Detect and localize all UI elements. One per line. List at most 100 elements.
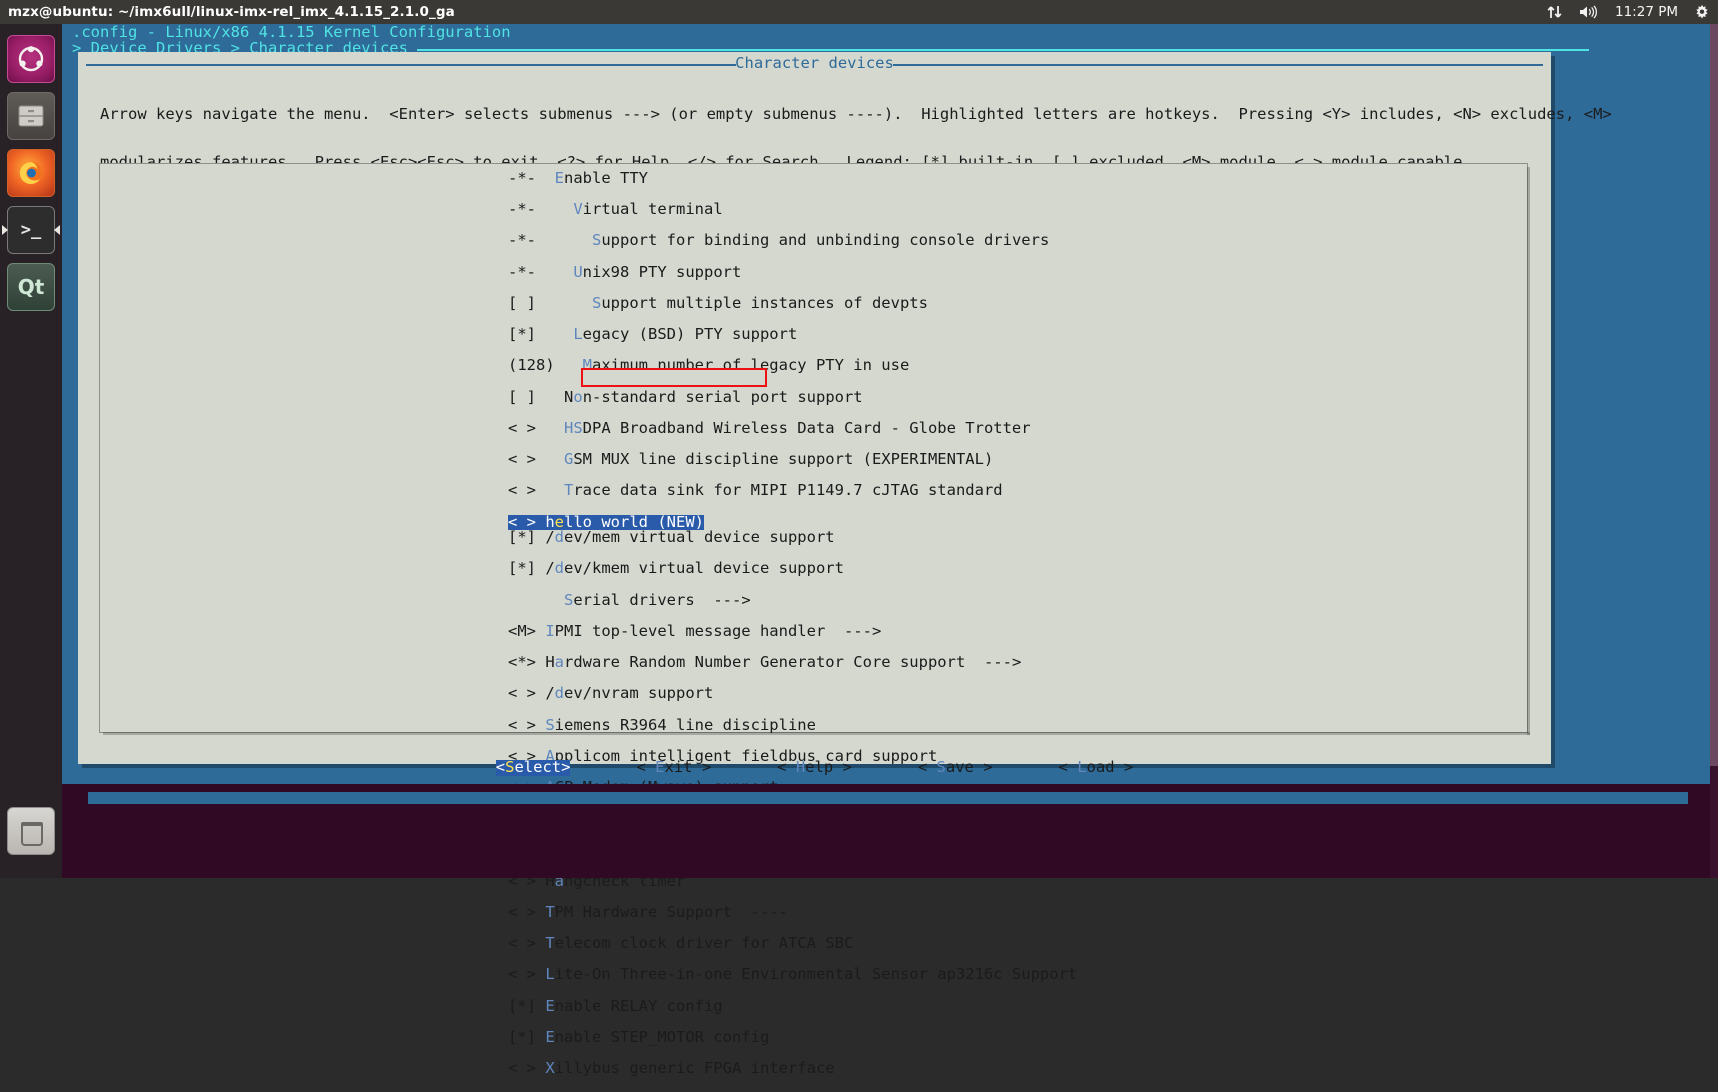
menu-item-hotkey: U — [573, 262, 583, 281]
unity-launcher: >_ Qt — [0, 24, 62, 878]
menu-item-hotkey: E — [545, 1027, 555, 1046]
button-ave[interactable]: < Save > — [917, 758, 993, 776]
volume-icon[interactable] — [1579, 5, 1599, 19]
ubuntu-top-panel: mzx@ubuntu: ~/imx6ull/linux-imx-rel_imx_… — [0, 0, 1718, 24]
menu-item[interactable]: Serial drivers ---> — [508, 590, 1077, 609]
menu-item[interactable]: [*] /dev/kmem virtual device support — [508, 561, 1077, 577]
launcher-item-ubuntu-dash[interactable] — [7, 35, 55, 83]
menu-item-marker: [*] — [508, 325, 574, 344]
menu-item[interactable]: < > /dev/nvram support — [508, 686, 1077, 702]
menu-item-label: aximum number of legacy PTY in use — [592, 356, 910, 375]
menu-item-label: ev/kmem virtual device support — [564, 559, 844, 578]
menu-item-hotkey: X — [545, 1059, 555, 1078]
menu-item[interactable]: < > Siemens R3964 line discipline — [508, 715, 1077, 734]
ubuntu-logo-icon — [18, 46, 44, 72]
button-bracket-close: > — [833, 758, 852, 776]
menu-item[interactable]: -*- Enable TTY — [508, 169, 1077, 187]
menu-item-marker: < > — [508, 418, 564, 437]
menu-item[interactable]: [*] Legacy (BSD) PTY support — [508, 325, 1077, 344]
button-elect[interactable]: <Select> — [495, 758, 571, 776]
launcher-item-qtcreator[interactable]: Qt — [7, 263, 55, 311]
terminal-scrollbar[interactable] — [1710, 24, 1718, 878]
menu-item[interactable]: [*] Enable STEP_MOTOR config — [508, 1027, 1077, 1046]
button-xit[interactable]: < Exit > — [636, 758, 712, 776]
menu-item-marker: < > — [508, 715, 546, 734]
menu-item[interactable]: [*] /dev/mem virtual device support — [508, 528, 1077, 547]
button-bracket-open: < — [1058, 758, 1078, 776]
menu-item-hotkey: S — [564, 590, 574, 609]
button-gap — [570, 760, 636, 776]
menu-item-label: erial drivers ---> — [573, 590, 751, 609]
launcher-item-files[interactable] — [7, 92, 55, 140]
menu-item-marker: < > — [508, 684, 546, 703]
button-bracket-close: > — [973, 758, 993, 776]
menu-item-hotkey: d — [554, 528, 565, 547]
menu-item-hotkey: I — [545, 621, 555, 640]
menu-item[interactable]: [*] Enable RELAY config — [508, 996, 1077, 1015]
menu-item-marker: (128) — [508, 356, 583, 375]
menu-item-label: rdware Random Number Generator Core supp… — [564, 653, 1022, 672]
menu-item-label: ite-On Three-in-one Environmental Sensor… — [554, 965, 1078, 984]
menu-item-hotkey: S — [592, 293, 602, 312]
menu-item-label: DPA Broadband Wireless Data Card - Globe… — [582, 418, 1031, 437]
launcher-item-trash[interactable] — [7, 807, 55, 855]
menu-item-label: nable RELAY config — [554, 996, 723, 1015]
button-bracket-close: > — [561, 758, 571, 776]
menu-item[interactable]: < > Trace data sink for MIPI P1149.7 cJT… — [508, 483, 1077, 499]
menu-item[interactable]: -*- Virtual terminal — [508, 201, 1077, 218]
menu-item-hotkey: T — [545, 903, 555, 922]
menu-item-label: PMI top-level message handler ---> — [554, 621, 882, 640]
menu-item[interactable]: < > TPM Hardware Support ---- — [508, 903, 1077, 922]
button-label: elect — [514, 758, 562, 776]
menu-item[interactable]: < > GSM MUX line discipline support (EXP… — [508, 450, 1077, 469]
window-title: mzx@ubuntu: ~/imx6ull/linux-imx-rel_imx_… — [8, 4, 455, 20]
menu-item[interactable]: <*> Hardware Random Number Generator Cor… — [508, 653, 1077, 672]
menu-item-hotkey: G — [564, 450, 574, 469]
menu-item[interactable]: < > Telecom clock driver for ATCA SBC — [508, 934, 1077, 953]
menu-item[interactable]: [ ] Non-standard serial port support — [508, 389, 1077, 406]
menu-item[interactable]: -*- Support for binding and unbinding co… — [508, 233, 1077, 249]
button-bracket-close: > — [692, 758, 712, 776]
button-gap — [993, 760, 1059, 776]
button-bracket-open: < — [917, 758, 937, 776]
button-elp[interactable]: < Help > — [777, 758, 852, 776]
terminal-status-strip — [88, 792, 1688, 804]
button-oad[interactable]: < Load > — [1058, 758, 1134, 776]
menu-item[interactable]: < > Xillybus generic FPGA interface — [508, 1059, 1077, 1078]
menu-item-marker: -*- — [508, 231, 592, 250]
menu-item-marker: < > — [508, 934, 546, 953]
menu-item-marker: [*] — [508, 559, 546, 578]
button-bracket-open: < — [777, 758, 796, 776]
gear-icon[interactable] — [1694, 4, 1710, 20]
button-gap — [852, 760, 918, 776]
menu-item[interactable]: <M> IPMI top-level message handler ---> — [508, 621, 1077, 640]
menu-item-hotkey: L — [545, 965, 555, 984]
menu-item-label: illybus generic FPGA interface — [554, 1059, 835, 1078]
menu-list[interactable]: -*- Enable TTY -*- Virtual terminal -*- … — [508, 169, 1077, 1092]
menuconfig-dialog: Character devices Arrow keys navigate th… — [78, 52, 1612, 1076]
menu-item-marker: < > — [508, 1059, 546, 1078]
menu-item-marker: -*- — [508, 169, 555, 187]
menu-item-hotkey: d — [554, 684, 565, 703]
menu-item-marker: <M> — [508, 621, 546, 640]
launcher-item-firefox[interactable] — [7, 149, 55, 197]
button-bracket-open: < — [636, 758, 656, 776]
menu-item-label: PM Hardware Support ---- — [554, 903, 788, 922]
menu-item-marker: [ ] — [508, 293, 592, 312]
terminal-scrollbar-thumb[interactable] — [1710, 24, 1718, 766]
menu-item[interactable]: (128) Maximum number of legacy PTY in us… — [508, 358, 1077, 374]
menu-item[interactable]: [ ] Support multiple instances of devpts — [508, 293, 1077, 312]
menu-item-label: nable TTY — [564, 169, 649, 187]
menu-item[interactable]: < > HSDPA Broadband Wireless Data Card -… — [508, 418, 1077, 437]
menu-item-label: ev/mem virtual device support — [564, 528, 835, 547]
clock[interactable]: 11:27 PM — [1615, 4, 1678, 20]
focused-indicator — [54, 225, 60, 235]
menu-item[interactable]: < > Lite-On Three-in-one Environmental S… — [508, 967, 1077, 983]
running-indicator — [2, 225, 8, 235]
menu-item[interactable]: -*- Unix98 PTY support — [508, 262, 1077, 281]
launcher-item-terminal[interactable]: >_ — [2, 206, 60, 254]
network-updown-icon[interactable] — [1547, 5, 1563, 19]
menu-item-marker: < > — [508, 450, 564, 469]
menu-item-label-pre: / — [545, 559, 555, 578]
menu-item-marker: [*] — [508, 996, 546, 1015]
